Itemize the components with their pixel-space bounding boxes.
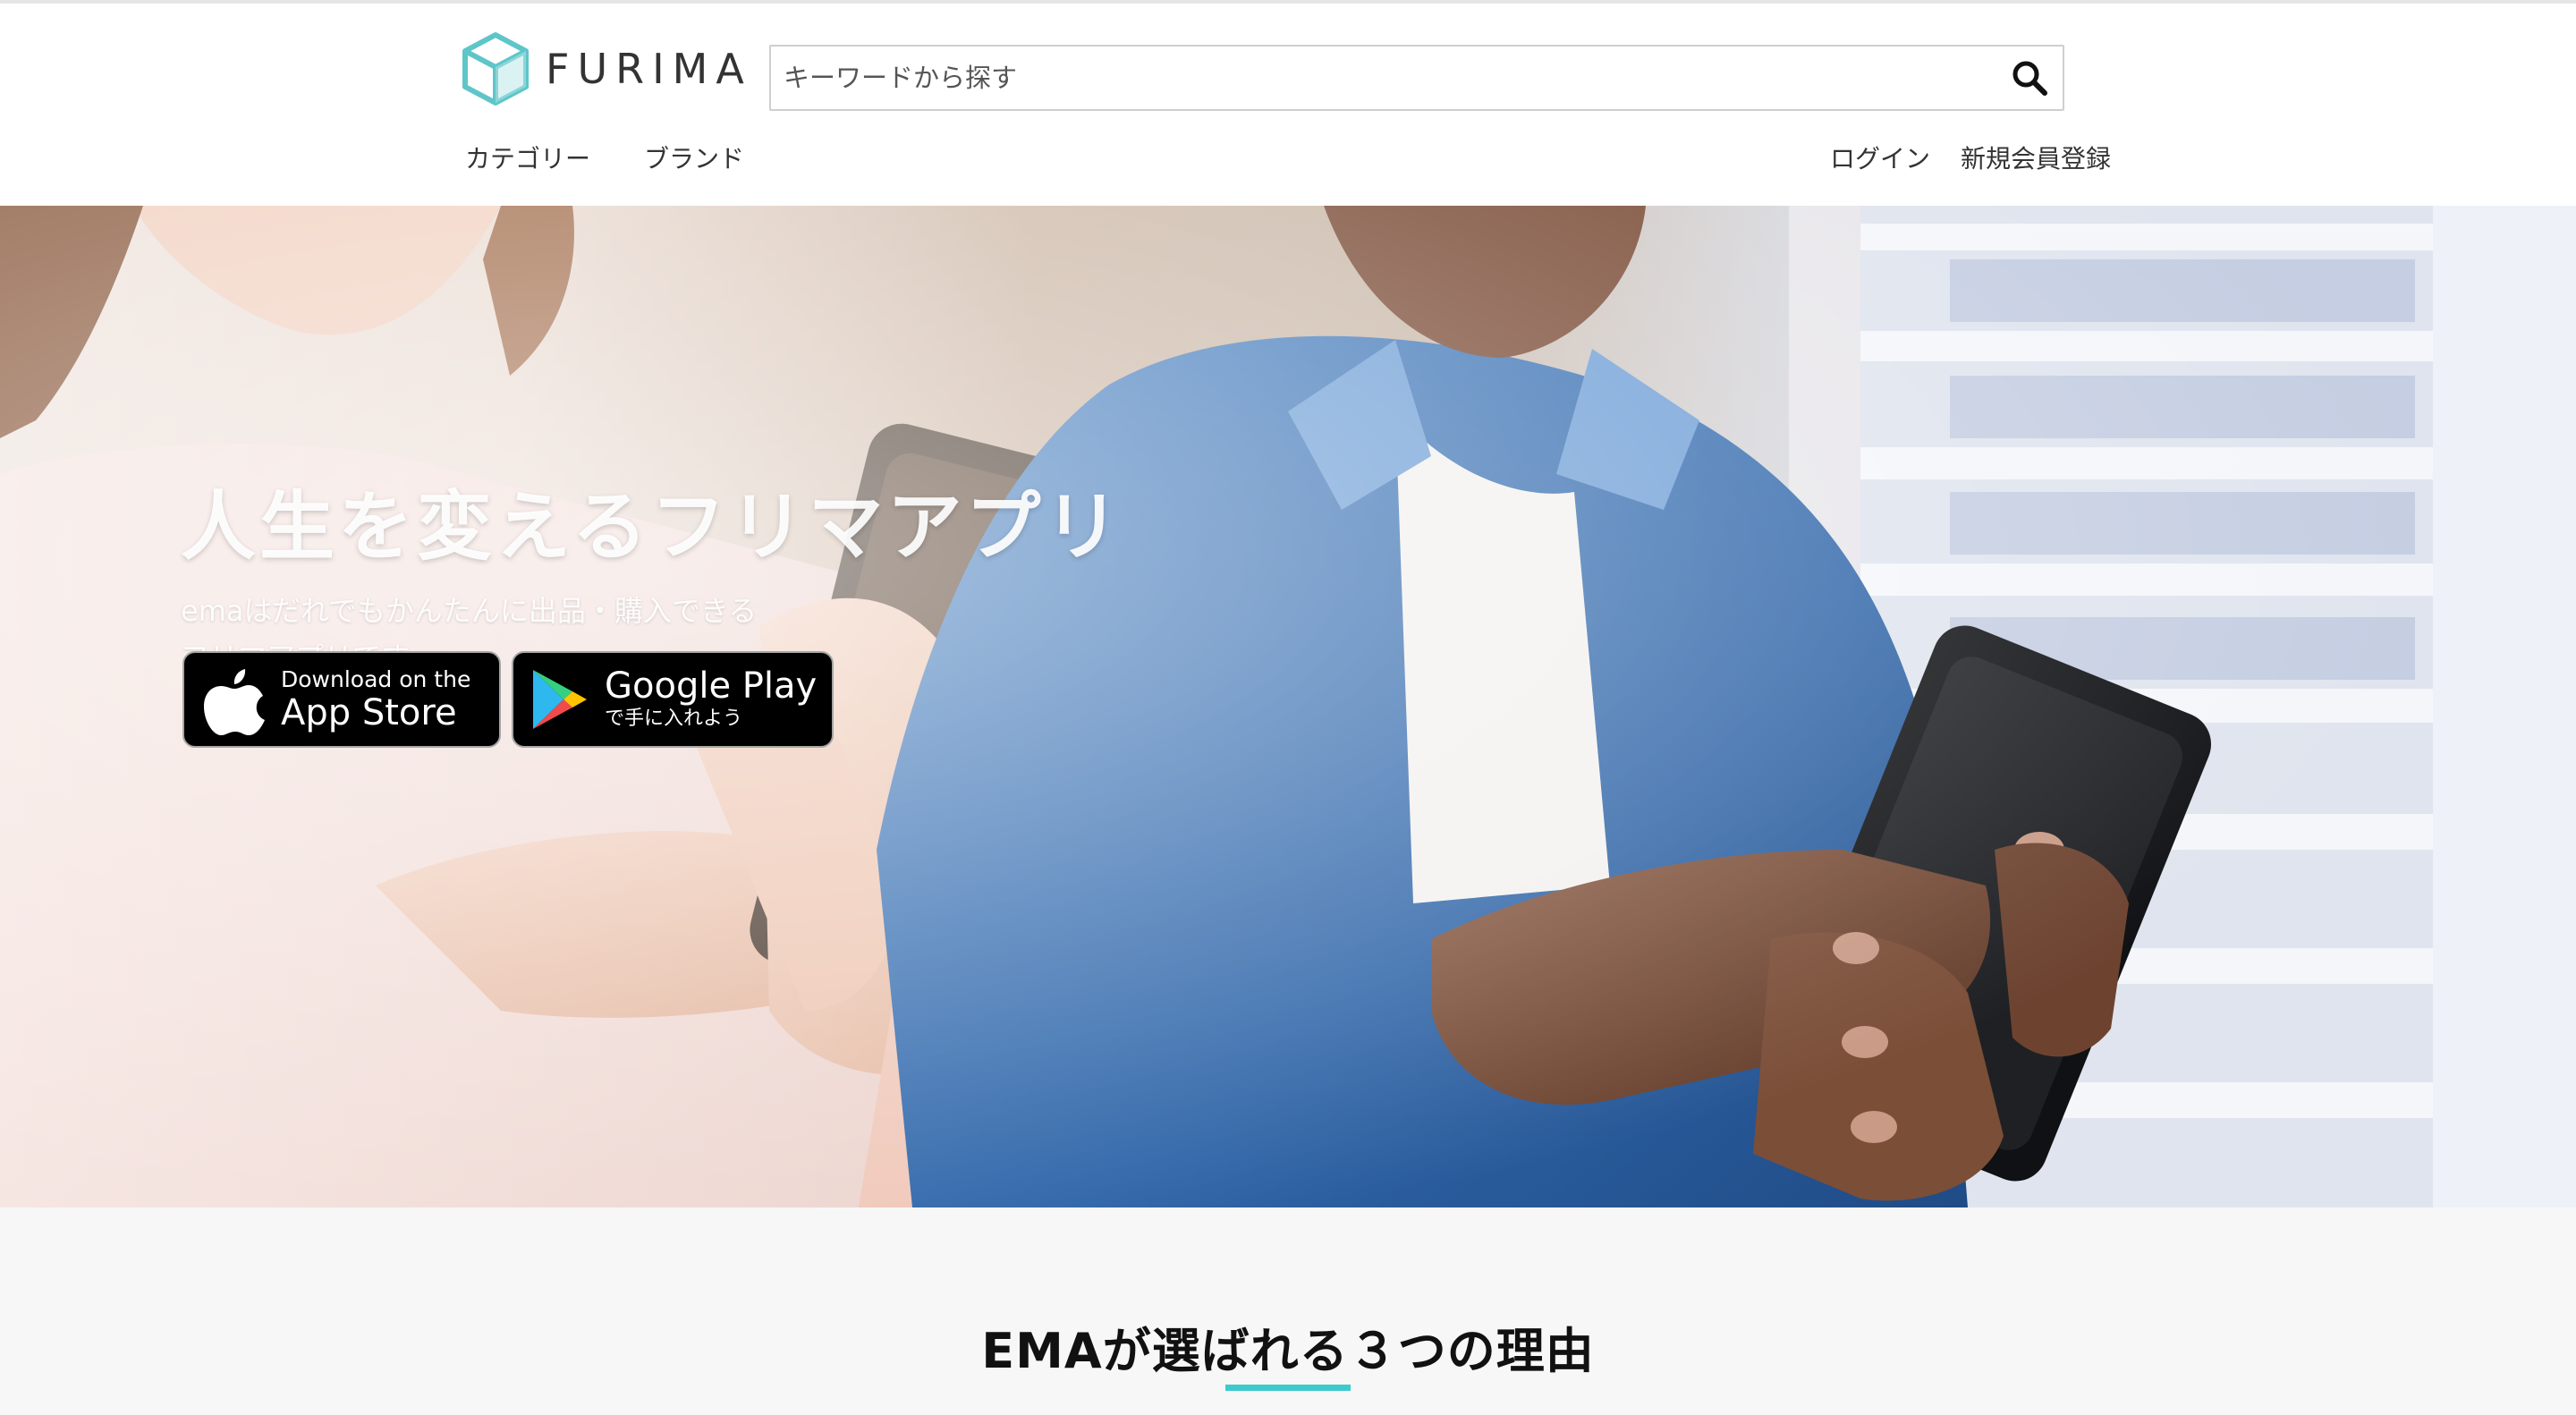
- app-store-badge[interactable]: Download on the App Store: [182, 651, 501, 748]
- site-header: FURIMA カテゴリー ブランド ログイン 新規会員登録: [0, 4, 2576, 206]
- google-play-small-text: で手に入れよう: [605, 708, 743, 730]
- nav-brand[interactable]: ブランド: [644, 140, 744, 175]
- search-icon[interactable]: [2009, 57, 2050, 98]
- signup-link[interactable]: 新規会員登録: [1961, 140, 2111, 175]
- google-play-icon: [533, 670, 587, 729]
- search-box: [769, 45, 2064, 111]
- hero-subtitle-line1: emaはだれでもかんたんに出品・購入できる: [181, 594, 758, 628]
- logo-link[interactable]: FURIMA: [462, 29, 752, 109]
- primary-nav: カテゴリー ブランド: [465, 140, 798, 175]
- google-play-badge[interactable]: Google Play で手に入れよう: [512, 651, 834, 748]
- title-underline: [1225, 1385, 1351, 1391]
- reasons-section: EMAが選ばれる３つの理由: [0, 1207, 2576, 1415]
- login-link[interactable]: ログイン: [1830, 140, 1930, 175]
- app-badges: Download on the App Store Google Play で手…: [182, 651, 834, 748]
- reasons-title: EMAが選ばれる３つの理由: [981, 1323, 1595, 1379]
- hero-title: 人生を変えるフリマアプリ: [181, 483, 1123, 571]
- cube-icon: [462, 32, 529, 106]
- app-store-small-text: Download on the: [281, 666, 471, 692]
- app-store-big-text: App Store: [281, 692, 457, 733]
- account-nav: ログイン 新規会員登録: [1800, 140, 2111, 175]
- search-input[interactable]: [771, 47, 1987, 109]
- hero-copy: 人生を変えるフリマアプリ emaはだれでもかんたんに出品・購入できる フリマアプ…: [181, 467, 1123, 681]
- hero-banner: 人生を変えるフリマアプリ emaはだれでもかんたんに出品・購入できる フリマアプ…: [0, 206, 2576, 1207]
- google-play-big-text: Google Play: [605, 665, 818, 707]
- apple-icon: [204, 669, 265, 735]
- nav-category[interactable]: カテゴリー: [465, 140, 590, 175]
- logo-text: FURIMA: [546, 45, 752, 93]
